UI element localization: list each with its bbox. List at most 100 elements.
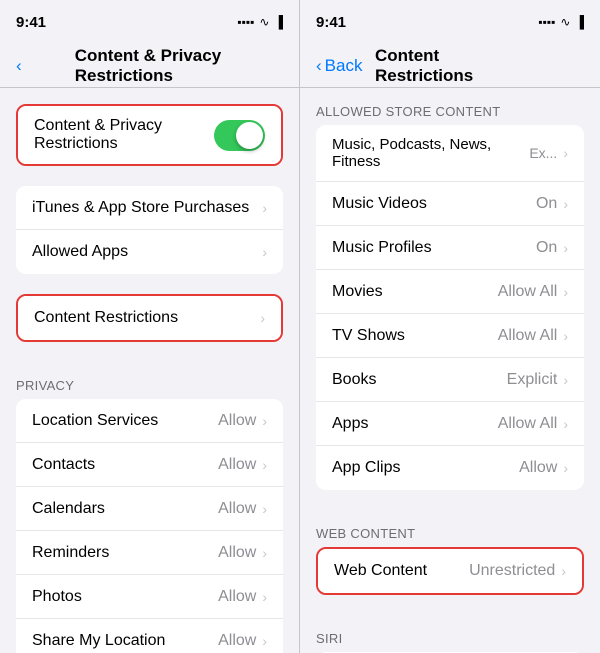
movies-row[interactable]: Movies Allow All › (316, 270, 584, 314)
music-label: Music, Podcasts, News, Fitness (332, 136, 529, 170)
chevron-left-icon: ‹ (16, 56, 22, 76)
app-clips-row[interactable]: App Clips Allow › (316, 446, 584, 490)
music-videos-row[interactable]: Music Videos On › (316, 182, 584, 226)
store-rows-group: Music, Podcasts, News, Fitness Ex... › M… (316, 125, 584, 490)
books-value: Explicit (507, 371, 558, 389)
movies-value: Allow All (498, 283, 558, 301)
apps-label: Apps (332, 415, 498, 433)
status-icons-right: ▪▪▪▪ ∿ ▐ (538, 15, 584, 29)
books-label: Books (332, 371, 507, 389)
toggle-label: Content & Privacy Restrictions (34, 117, 214, 153)
siri-section: SIRI Web Search Content Allow › Explicit… (300, 615, 600, 653)
web-content-value: Unrestricted (469, 562, 555, 580)
movies-label: Movies (332, 283, 498, 301)
photos-label: Photos (32, 588, 218, 606)
content-restrictions-label: Content Restrictions (34, 309, 260, 327)
status-bar-right: 9:41 ▪▪▪▪ ∿ ▐ (300, 0, 600, 44)
contacts-chevron: › (262, 457, 267, 473)
content-restrictions-row[interactable]: Content Restrictions › (18, 296, 281, 340)
app-clips-chevron: › (563, 460, 568, 476)
share-location-chevron: › (262, 633, 267, 649)
apps-value: Allow All (498, 415, 558, 433)
reminders-chevron: › (262, 545, 267, 561)
web-content-section: WEB CONTENT Web Content Unrestricted › (300, 510, 600, 595)
left-scroll: Content & Privacy Restrictions iTunes & … (0, 88, 299, 653)
top-rows-group: iTunes & App Store Purchases › Allowed A… (16, 186, 283, 274)
battery-icon-right: ▐ (575, 15, 584, 29)
contacts-row[interactable]: Contacts Allow › (16, 443, 283, 487)
web-content-chevron: › (561, 563, 566, 579)
privacy-toggle[interactable] (214, 120, 265, 151)
music-row[interactable]: Music, Podcasts, News, Fitness Ex... › (316, 125, 584, 182)
app-clips-value: Allow (519, 459, 557, 477)
apps-chevron: › (563, 416, 568, 432)
allowed-store-header: ALLOWED STORE CONTENT (300, 88, 600, 125)
chevron-left-icon-right: ‹ (316, 56, 322, 76)
tv-shows-value: Allow All (498, 327, 558, 345)
books-row[interactable]: Books Explicit › (316, 358, 584, 402)
books-chevron: › (563, 372, 568, 388)
apps-row[interactable]: Apps Allow All › (316, 402, 584, 446)
contacts-value: Allow (218, 456, 256, 474)
music-value: Ex... (529, 145, 557, 161)
battery-icon: ▐ (274, 15, 283, 29)
reminders-row[interactable]: Reminders Allow › (16, 531, 283, 575)
share-location-label: Share My Location (32, 632, 218, 650)
contacts-label: Contacts (32, 456, 218, 474)
music-profiles-row[interactable]: Music Profiles On › (316, 226, 584, 270)
music-videos-value: On (536, 195, 557, 213)
nav-bar-right: ‹ Back Content Restrictions (300, 44, 600, 88)
music-videos-label: Music Videos (332, 195, 536, 213)
music-chevron: › (563, 145, 568, 161)
location-services-row[interactable]: Location Services Allow › (16, 399, 283, 443)
location-chevron: › (262, 413, 267, 429)
privacy-header: PRIVACY (0, 362, 299, 399)
tv-shows-chevron: › (563, 328, 568, 344)
privacy-section: PRIVACY Location Services Allow › Contac… (0, 362, 299, 653)
siri-header: SIRI (300, 615, 600, 652)
music-profiles-chevron: › (563, 240, 568, 256)
calendars-row[interactable]: Calendars Allow › (16, 487, 283, 531)
tv-shows-row[interactable]: TV Shows Allow All › (316, 314, 584, 358)
music-profiles-value: On (536, 239, 557, 257)
web-content-header: WEB CONTENT (300, 510, 600, 547)
allowed-store-section: ALLOWED STORE CONTENT Music, Podcasts, N… (300, 88, 600, 490)
tv-shows-label: TV Shows (332, 327, 498, 345)
status-time-right: 9:41 (316, 14, 346, 31)
privacy-group: Location Services Allow › Contacts Allow… (16, 399, 283, 653)
calendars-chevron: › (262, 501, 267, 517)
share-location-value: Allow (218, 632, 256, 650)
signal-icon-right: ▪▪▪▪ (538, 15, 555, 29)
allowed-apps-row[interactable]: Allowed Apps › (16, 230, 283, 274)
back-button-left[interactable]: ‹ (16, 56, 22, 76)
reminders-value: Allow (218, 544, 256, 562)
wifi-icon: ∿ (259, 15, 269, 29)
toggle-row[interactable]: Content & Privacy Restrictions (18, 106, 281, 164)
web-content-label: Web Content (334, 562, 469, 580)
back-label: Back (325, 56, 363, 76)
signal-icon: ▪▪▪▪ (237, 15, 254, 29)
status-bar-left: 9:41 ▪▪▪▪ ∿ ▐ (0, 0, 299, 44)
allowed-apps-chevron: › (262, 244, 267, 260)
photos-value: Allow (218, 588, 256, 606)
web-content-row[interactable]: Web Content Unrestricted › (318, 549, 582, 593)
photos-row[interactable]: Photos Allow › (16, 575, 283, 619)
music-profiles-label: Music Profiles (332, 239, 536, 257)
location-services-label: Location Services (32, 412, 218, 430)
left-panel: 9:41 ▪▪▪▪ ∿ ▐ ‹ Content & Privacy Restri… (0, 0, 300, 653)
photos-chevron: › (262, 589, 267, 605)
location-services-value: Allow (218, 412, 256, 430)
allowed-apps-label: Allowed Apps (32, 243, 262, 261)
calendars-label: Calendars (32, 500, 218, 518)
right-scroll: ALLOWED STORE CONTENT Music, Podcasts, N… (300, 88, 600, 653)
music-videos-chevron: › (563, 196, 568, 212)
content-restrictions-chevron: › (260, 310, 265, 326)
itunes-row[interactable]: iTunes & App Store Purchases › (16, 186, 283, 230)
itunes-label: iTunes & App Store Purchases (32, 199, 262, 217)
itunes-chevron: › (262, 200, 267, 216)
wifi-icon-right: ∿ (560, 15, 570, 29)
page-title-right: Content Restrictions (375, 46, 525, 86)
back-button-right[interactable]: ‹ Back (316, 56, 362, 76)
share-location-row[interactable]: Share My Location Allow › (16, 619, 283, 653)
nav-bar-left: ‹ Content & Privacy Restrictions (0, 44, 299, 88)
